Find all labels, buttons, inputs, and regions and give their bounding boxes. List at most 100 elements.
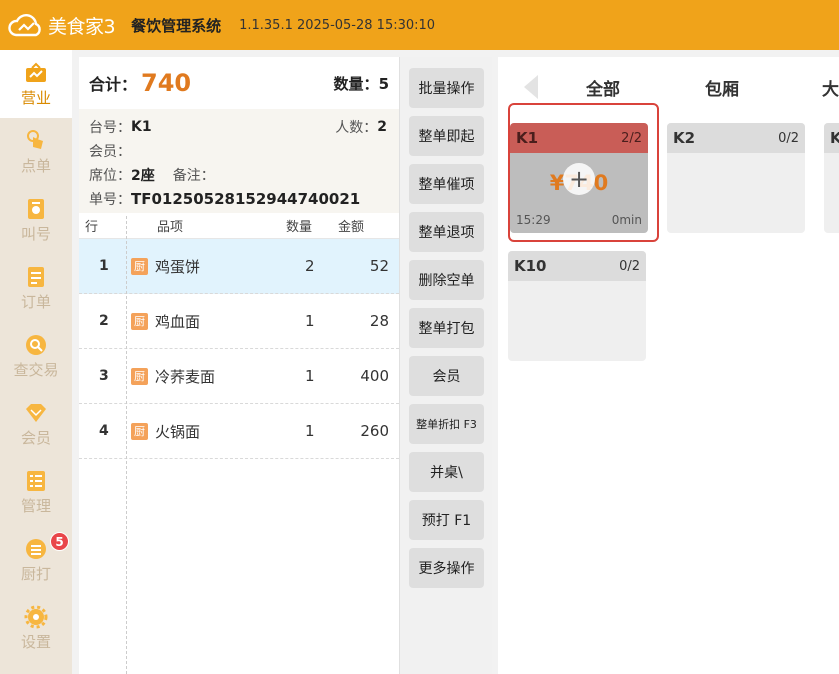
seat-label: 席位： — [89, 168, 131, 184]
table-card-header: K — [824, 123, 839, 153]
col-item: 品项 — [157, 220, 184, 235]
sidebar-item-label: 管理 — [20, 496, 51, 515]
col-row: 行 — [85, 220, 99, 235]
remark-label: 备注： — [172, 168, 215, 184]
return-all-button[interactable]: 整单退项 — [409, 212, 484, 252]
search-transaction-icon — [24, 333, 48, 357]
people-label: 人数： — [335, 120, 378, 136]
kitchen-print-badge: 5 — [50, 532, 69, 551]
qty-value: 5 — [378, 74, 389, 93]
sidebar-item-business[interactable]: 营业 — [0, 50, 72, 118]
orders-icon — [24, 265, 48, 289]
system-title: 餐饮管理系统 — [131, 16, 222, 35]
selected-table-highlight — [508, 103, 659, 242]
table-card-k2[interactable]: K2 0/2 — [667, 123, 805, 233]
table-card-header: K2 0/2 — [667, 123, 805, 153]
gear-icon — [24, 605, 48, 629]
table-name: K2 — [673, 129, 696, 147]
back-arrow-icon[interactable] — [524, 75, 538, 99]
member-label: 会员： — [89, 144, 131, 160]
table-value: K1 — [131, 119, 152, 135]
item-qty: 1 — [305, 367, 315, 385]
table-card-header: K10 0/2 — [508, 251, 646, 281]
item-qty: 1 — [305, 312, 315, 330]
sidebar-item-call[interactable]: 叫号 — [0, 186, 72, 254]
order-panel: 合计： 740 数量：5 台号： K1 人数： 2 会员： 席位： 2座 备注： 单号：… — [79, 57, 399, 674]
table-count: 0/2 — [778, 130, 799, 146]
table-card-k10[interactable]: K10 0/2 — [508, 251, 646, 361]
order-no-line: 单号： TF01250528152944740021 — [89, 187, 389, 211]
member-line[interactable]: 会员： — [89, 139, 389, 163]
sidebar-item-label: 厨打 — [20, 564, 51, 583]
merge-table-button[interactable]: 并桌\ — [409, 452, 484, 492]
kitchen-print-icon — [24, 537, 48, 561]
sidebar-item-label: 订单 — [20, 292, 51, 311]
tab-all[interactable]: 全部 — [586, 75, 620, 100]
table-card-partial[interactable]: K — [824, 123, 839, 233]
sidebar-item-settings[interactable]: 设置 — [0, 594, 72, 662]
discount-button[interactable]: 整单折扣 F3 — [409, 404, 484, 444]
pack-all-button[interactable]: 整单打包 — [409, 308, 484, 348]
sidebar-item-order[interactable]: 点单 — [0, 118, 72, 186]
sidebar-item-label: 查交易 — [13, 360, 59, 379]
member-button[interactable]: 会员 — [409, 356, 484, 396]
people-line: 人数： 2 — [335, 115, 387, 139]
delete-empty-button[interactable]: 删除空单 — [409, 260, 484, 300]
kitchen-tag-icon: 厨 — [131, 312, 148, 330]
rush-all-button[interactable]: 整单催项 — [409, 164, 484, 204]
row-index: 3 — [99, 368, 109, 384]
item-name: 鸡血面 — [155, 312, 201, 331]
qty-label: 数量： — [333, 74, 379, 93]
seat-line: 席位： 2座 备注： — [89, 163, 389, 187]
brand-name: 美食家3 — [48, 15, 116, 38]
item-qty: 1 — [305, 422, 315, 440]
item-name: 火锅面 — [155, 422, 201, 441]
sidebar-item-label: 叫号 — [20, 224, 51, 243]
batch-operation-button[interactable]: 批量操作 — [409, 68, 484, 108]
sidebar-item-manage[interactable]: 管理 — [0, 458, 72, 526]
sidebar-item-transactions[interactable]: 查交易 — [0, 322, 72, 390]
people-value: 2 — [377, 119, 387, 135]
kitchen-tag-icon: 厨 — [131, 367, 148, 385]
order-info: 台号： K1 人数： 2 会员： 席位： 2座 备注： 单号： TF01250528152… — [79, 109, 399, 213]
manage-list-icon — [24, 469, 48, 493]
table-name: K10 — [514, 257, 547, 275]
sidebar-item-kitchen-print[interactable]: 厨打 5 — [0, 526, 72, 594]
version-time: 1.1.35.1 2025-05-28 15:30:10 — [239, 17, 436, 33]
item-name: 冷荞麦面 — [155, 367, 216, 386]
item-amount: 28 — [369, 312, 389, 330]
sidebar-item-label: 营业 — [20, 88, 51, 107]
more-actions-button[interactable]: 更多操作 — [409, 548, 484, 588]
table-row[interactable]: 4 厨 火锅面 1 260 — [79, 404, 399, 459]
col-amount: 金额 — [338, 220, 365, 235]
item-amount: 260 — [360, 422, 389, 440]
table-row[interactable]: 1 厨 鸡蛋饼 2 52 — [79, 239, 399, 294]
total-label: 合计： — [89, 75, 138, 94]
table-row[interactable]: 3 厨 冷荞麦面 1 400 — [79, 349, 399, 404]
sidebar: 营业 点单 叫号 订单 查交易 会员 管理 厨打 5 设置 — [0, 50, 72, 674]
tab-hall[interactable]: 大 — [822, 75, 839, 100]
fire-all-button[interactable]: 整单即起 — [409, 116, 484, 156]
sidebar-item-orders[interactable]: 订单 — [0, 254, 72, 322]
call-number-icon — [24, 197, 48, 221]
sidebar-item-label: 设置 — [20, 632, 51, 651]
sidebar-item-label: 点单 — [20, 156, 51, 175]
row-index: 4 — [99, 423, 109, 439]
kitchen-tag-icon: 厨 — [131, 422, 148, 440]
tap-order-icon — [24, 129, 48, 153]
app-header: 美食家3 餐饮管理系统 1.1.35.1 2025-05-28 15:30:10 — [0, 0, 839, 50]
kitchen-tag-icon: 厨 — [131, 257, 148, 275]
sidebar-item-member[interactable]: 会员 — [0, 390, 72, 458]
order-no-label: 单号： — [89, 192, 131, 208]
order-no-value: TF01250528152944740021 — [131, 190, 361, 208]
logo: 美食家3 — [6, 11, 116, 39]
total-row: 合计： 740 数量：5 — [79, 57, 399, 109]
preprint-button[interactable]: 预打 F1 — [409, 500, 484, 540]
business-icon — [24, 61, 48, 85]
item-name: 鸡蛋饼 — [155, 257, 201, 276]
cloud-logo-icon — [8, 14, 41, 37]
table-row[interactable]: 2 厨 鸡血面 1 28 — [79, 294, 399, 349]
tab-private-room[interactable]: 包厢 — [705, 75, 739, 100]
table-label: 台号： — [89, 120, 131, 136]
seat-value: 2座 — [131, 168, 155, 184]
